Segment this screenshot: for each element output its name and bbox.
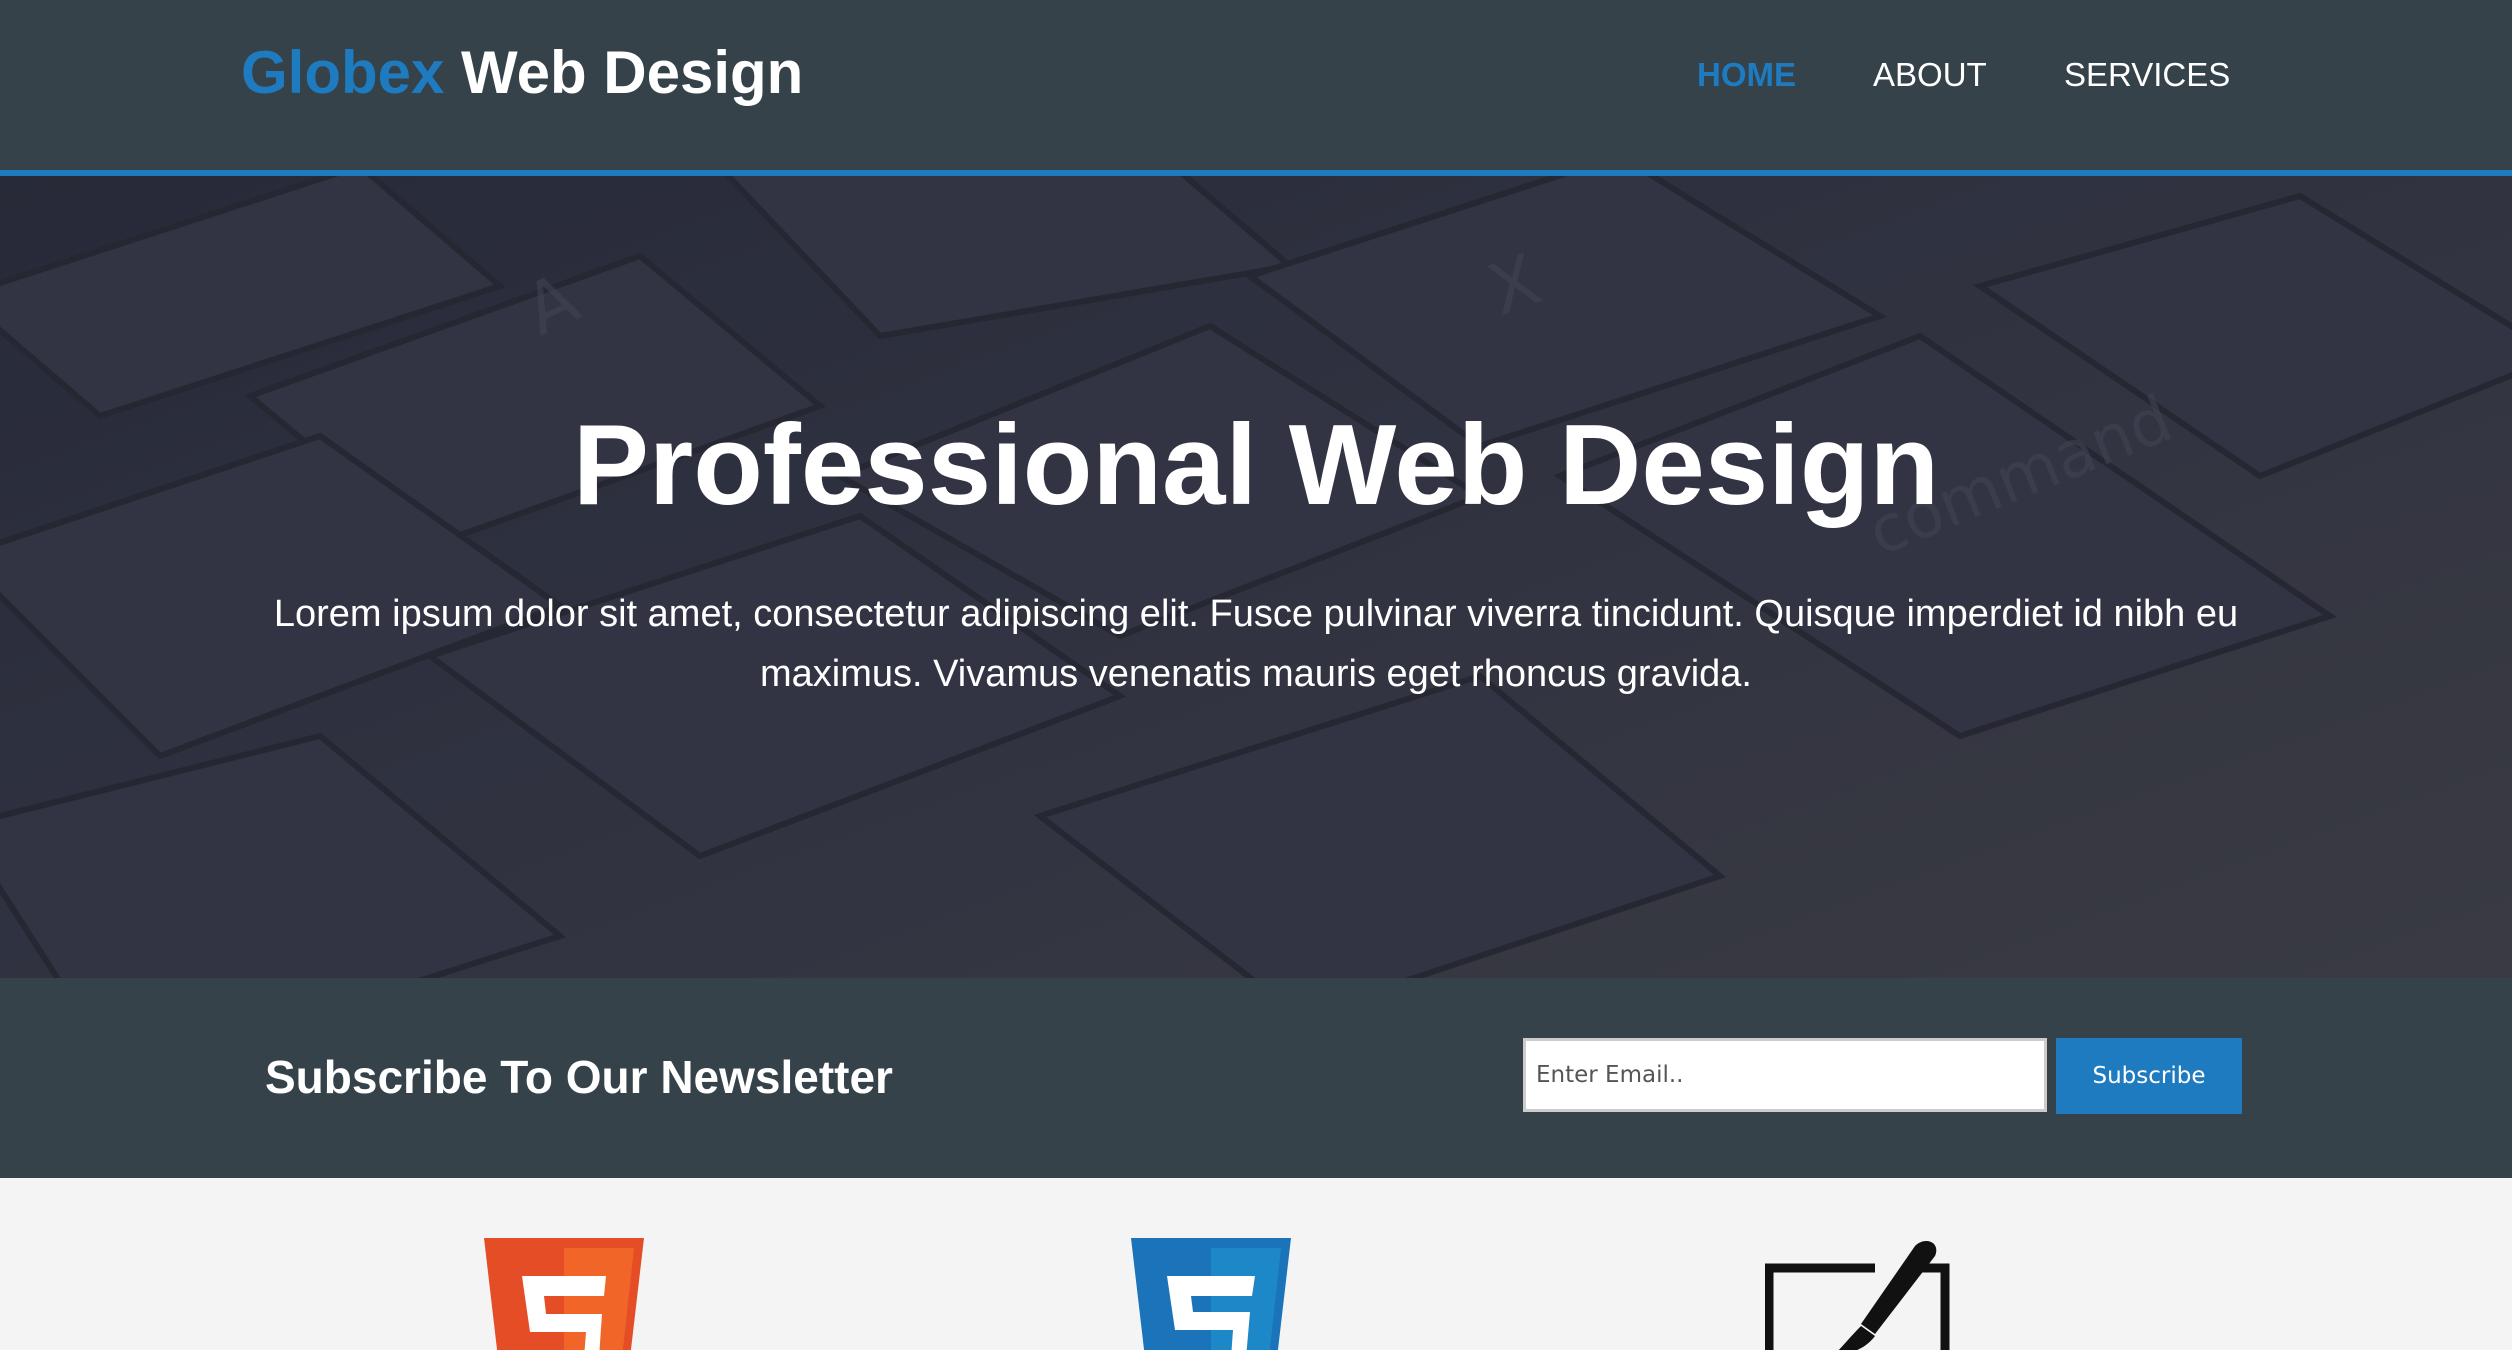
hero-overlay bbox=[0, 176, 2512, 978]
main-nav: HOME ABOUT SERVICES bbox=[0, 56, 2512, 96]
nav-services-link[interactable]: SERVICES bbox=[2064, 56, 2230, 94]
newsletter-heading: Subscribe To Our Newsletter bbox=[265, 1051, 893, 1103]
brush-icon bbox=[1765, 1241, 1950, 1350]
feature-boxes bbox=[0, 1178, 2512, 1350]
hero-title: Professional Web Design bbox=[572, 402, 1940, 529]
hero-showcase: A X command Professional Web Design Lore… bbox=[0, 176, 2512, 978]
site-header: Globex Web Design HOME ABOUT SERVICES bbox=[0, 0, 2512, 170]
subscribe-button[interactable]: Subscribe bbox=[2056, 1038, 2242, 1114]
nav-home-link[interactable]: HOME bbox=[1697, 56, 1796, 94]
hero-description: Lorem ipsum dolor sit amet, consectetur … bbox=[273, 593, 2239, 695]
nav-about-link[interactable]: ABOUT bbox=[1873, 56, 1987, 94]
html5-icon bbox=[484, 1238, 644, 1350]
email-input[interactable] bbox=[1523, 1038, 2047, 1112]
newsletter-section: Subscribe To Our Newsletter Subscribe bbox=[0, 978, 2512, 1178]
css3-icon bbox=[1131, 1238, 1291, 1350]
